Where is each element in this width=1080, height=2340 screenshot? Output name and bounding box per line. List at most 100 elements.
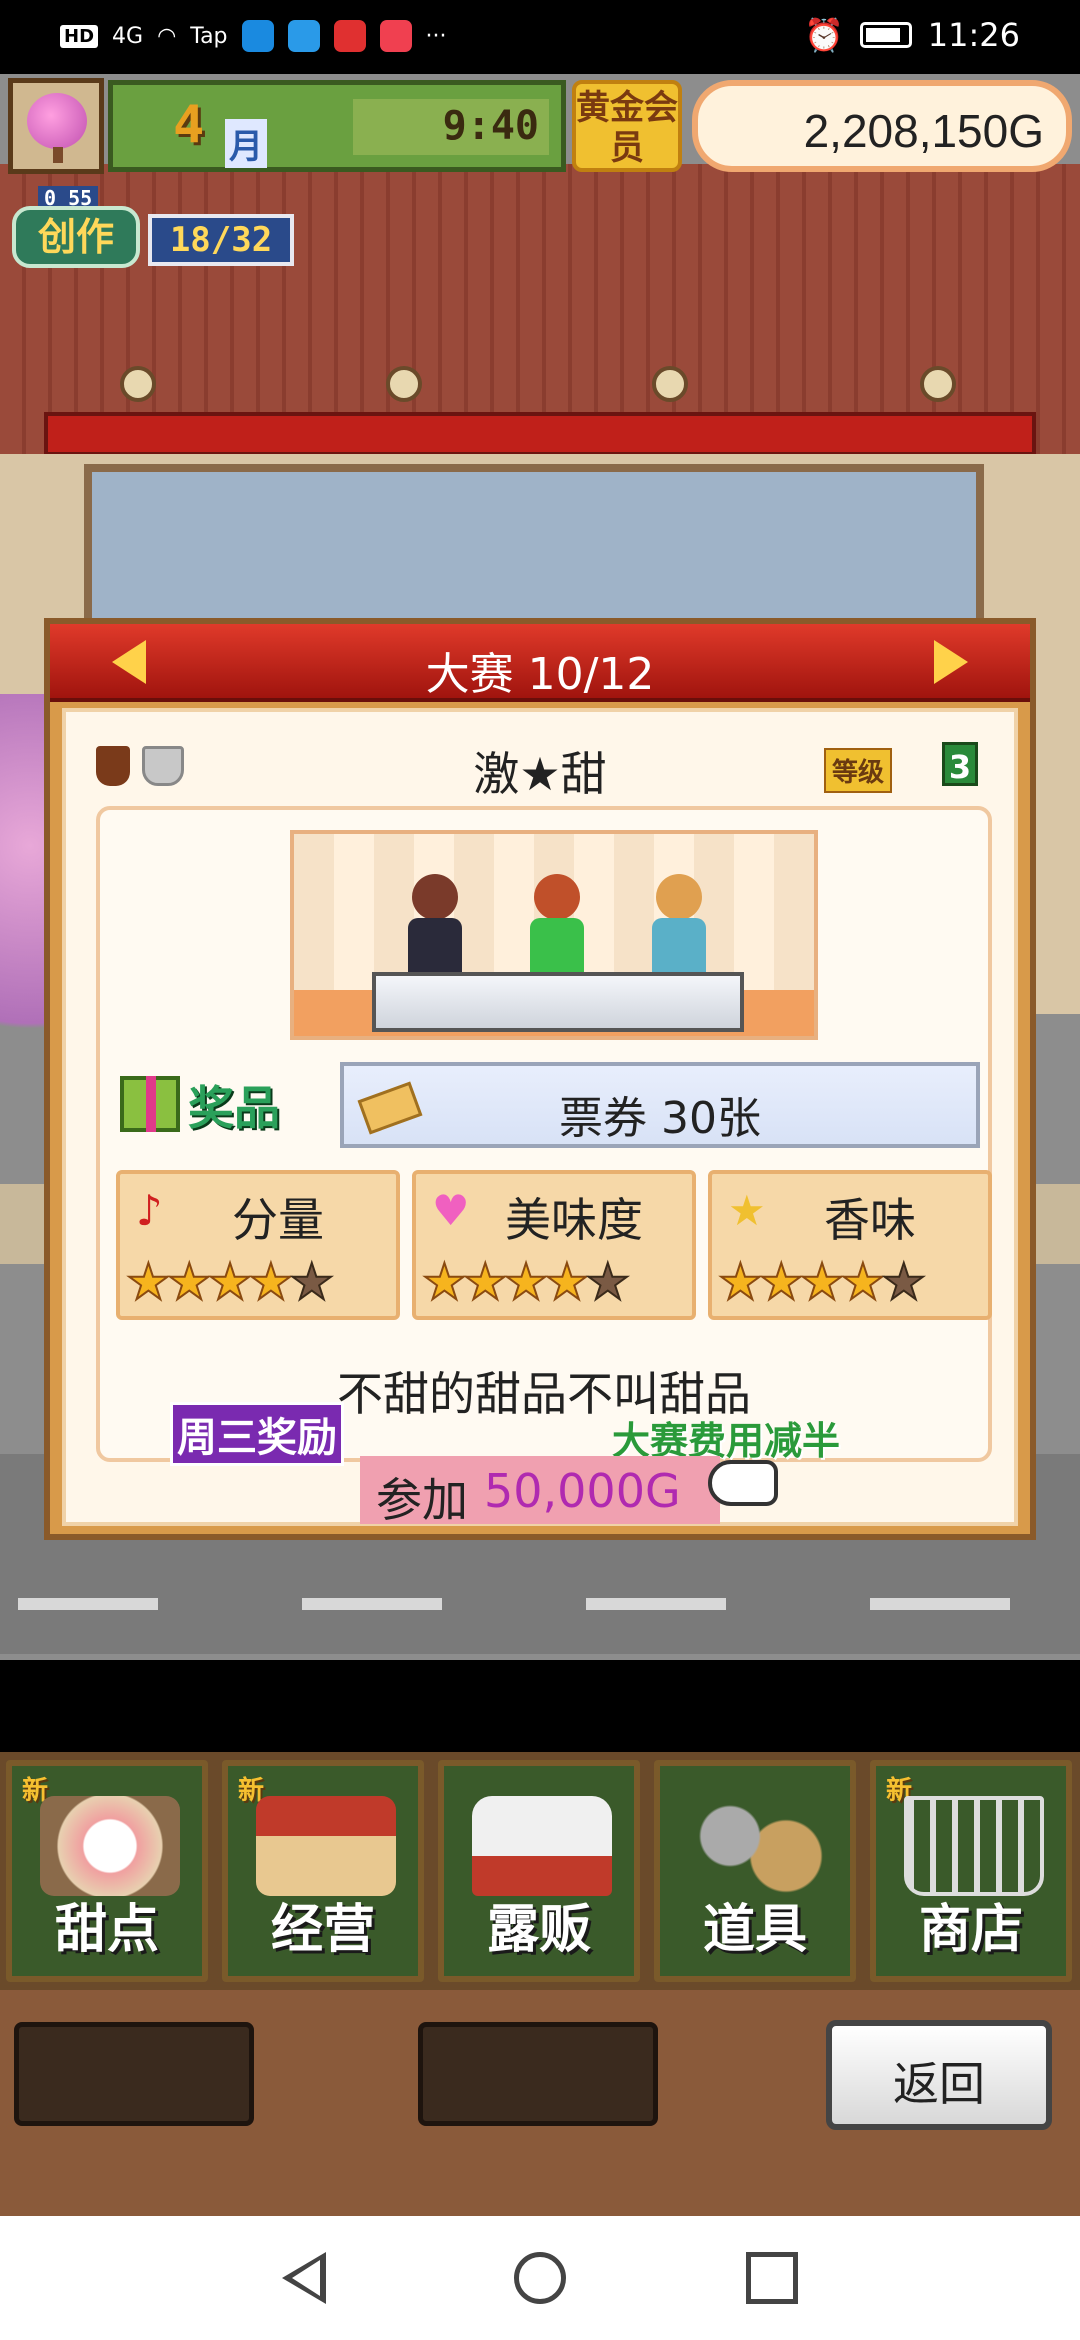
join-fee: 50,000G [484, 1464, 681, 1518]
judge-table [372, 972, 744, 1032]
star-empty-icon: ★ [584, 1253, 631, 1311]
gift-box-icon [120, 1076, 180, 1132]
gold-member-badge[interactable]: 黄金会员 [572, 80, 682, 172]
wps-app-icon [333, 20, 366, 52]
time-panel: 9:40 [353, 99, 549, 155]
alarm-icon: ⏰ [803, 16, 844, 54]
contest-header: 大赛 10/12 [50, 624, 1030, 702]
judge-body [652, 918, 706, 974]
status-time: 11:26 [927, 16, 1020, 54]
scene-gap [0, 1660, 1080, 1752]
pointing-hand-icon [708, 1460, 778, 1506]
star-filled-icon: ★ [462, 1253, 509, 1311]
status-bar: HD 4G ◠ Tap ··· ⏰ 11:26 [0, 0, 1080, 74]
menu-button-desserts[interactable]: 新 甜点 [6, 1760, 208, 1982]
shop-awning [44, 412, 1036, 456]
signal-icon: 4G [112, 23, 144, 49]
star-filled-icon: ★ [421, 1253, 468, 1311]
judge-figure [404, 874, 466, 974]
lamp-icon [920, 366, 956, 402]
rating-label: 香味 [824, 1193, 916, 1247]
ratings-row: ♪ 分量 ★★★★★ ♥ 美味度 ★★★★★ ★ 香味 ★★★★★ [116, 1170, 992, 1320]
rating-card-portion: ♪ 分量 ★★★★★ [116, 1170, 400, 1320]
prize-box: 票券 30张 [340, 1062, 980, 1148]
browser-app-icon [241, 20, 274, 52]
contest-card: 奖品 票券 30张 ♪ 分量 ★★★★★ ♥ 美味度 ★★★★★ ★ 香味 ★★… [96, 806, 992, 1462]
road-line [586, 1598, 726, 1610]
hd-badge: HD [60, 24, 99, 48]
status-left: HD 4G ◠ Tap ··· [60, 20, 447, 52]
prize-value: 票券 30张 [559, 1093, 761, 1144]
game-time: 9:40 [442, 103, 539, 149]
bottom-bar: 返回 [0, 1990, 1080, 2216]
telegram-app-icon [287, 20, 320, 52]
road-line [302, 1598, 442, 1610]
star-filled-icon: ★ [207, 1253, 254, 1311]
nav-home-icon[interactable] [514, 2252, 566, 2304]
menu-button-food-truck[interactable]: 露贩 [438, 1760, 640, 1982]
next-arrow-icon[interactable] [934, 640, 968, 684]
empty-slot [418, 2022, 658, 2126]
star-filled-icon: ★ [166, 1253, 213, 1311]
menu-button-items[interactable]: 道具 [654, 1760, 856, 1982]
lamp-icon [120, 366, 156, 402]
join-contest-button[interactable]: 参加 50,000G [360, 1456, 720, 1527]
empty-slot [14, 2022, 254, 2126]
month-number: 4 [173, 95, 205, 155]
lamp-icon [386, 366, 422, 402]
lamp-icon [652, 366, 688, 402]
prize-row: 奖品 票券 30张 [120, 1062, 980, 1148]
judge-head [656, 874, 702, 920]
grade-value: 3 [942, 742, 978, 786]
cherry-tree-icon [27, 93, 87, 163]
judge-figure [526, 874, 588, 974]
money-display: 2,208,150G [692, 80, 1072, 172]
video-app-icon [379, 20, 412, 52]
rating-stars: ★★★★★ [125, 1253, 335, 1311]
menu-label: 露贩 [486, 1900, 591, 1960]
road-line [18, 1598, 158, 1610]
hud: 4 月 9:40 黄金会员 2,208,150G [0, 78, 1080, 178]
join-label: 参加 [376, 1473, 468, 1527]
menu-label: 甜点 [54, 1900, 159, 1960]
rating-label: 分量 [232, 1193, 324, 1247]
menu-label: 经营 [270, 1900, 375, 1960]
more-notifications-icon: ··· [425, 23, 447, 49]
judge-figure [648, 874, 710, 974]
bottom-menu: 新 甜点 新 经营 露贩 道具 新 商店 [0, 1752, 1080, 1990]
rating-label: 美味度 [505, 1193, 643, 1247]
month-label: 月 [225, 119, 267, 168]
star-filled-icon: ★ [799, 1253, 846, 1311]
star-filled-icon: ★ [125, 1253, 172, 1311]
judges-illustration [290, 830, 818, 1040]
back-label: 返回 [893, 2057, 985, 2111]
rating-stars: ★★★★★ [421, 1253, 631, 1311]
back-button[interactable]: 返回 [826, 2020, 1052, 2130]
nav-recent-apps-icon[interactable] [746, 2252, 798, 2304]
wifi-icon: ◠ [157, 23, 177, 49]
menu-button-manage[interactable]: 新 经营 [222, 1760, 424, 1982]
create-progress: 18/32 [148, 214, 294, 266]
prize-label: 奖品 [188, 1081, 280, 1135]
system-nav-bar [0, 2216, 1080, 2340]
create-status[interactable]: 0 55 创作 18/32 [8, 186, 294, 276]
status-right: ⏰ 11:26 [804, 16, 1020, 54]
rating-card-aroma: ★ 香味 ★★★★★ [708, 1170, 992, 1320]
battery-icon [859, 22, 912, 48]
grade-label: 等级 [824, 748, 893, 793]
contest-counter: 大赛 10/12 [425, 649, 655, 700]
cake-icon [40, 1796, 180, 1896]
shop-icon [256, 1796, 396, 1896]
shop-avatar[interactable] [8, 78, 104, 174]
star-filled-icon: ★ [717, 1253, 764, 1311]
nav-back-icon[interactable] [282, 2252, 326, 2304]
calendar-panel: 4 月 9:40 [108, 80, 566, 172]
star-filled-icon: ★ [247, 1253, 294, 1311]
menu-label: 商店 [918, 1900, 1023, 1960]
rating-stars: ★★★★★ [717, 1253, 927, 1311]
judge-body [530, 918, 584, 974]
star-filled-icon: ★ [758, 1253, 805, 1311]
tap-app-icon: Tap [190, 23, 228, 49]
menu-button-shop[interactable]: 新 商店 [870, 1760, 1072, 1982]
star-filled-icon: ★ [503, 1253, 550, 1311]
